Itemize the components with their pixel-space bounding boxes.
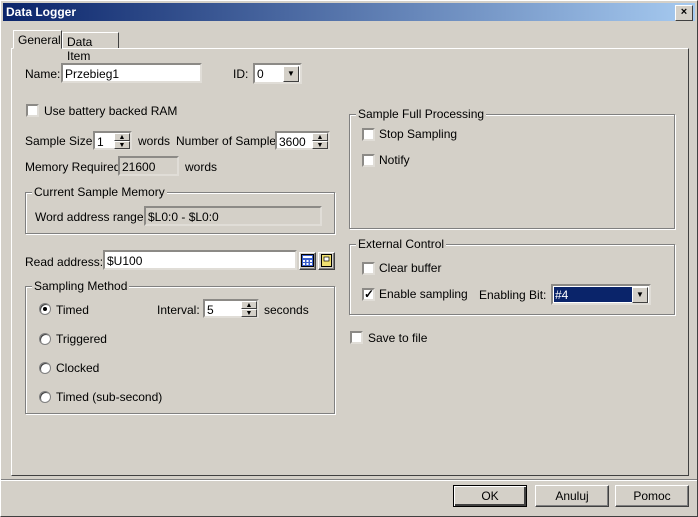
num-samples-spinner[interactable]: ▲ ▼ xyxy=(311,133,328,149)
stop-sampling-label: Stop Sampling xyxy=(379,127,458,141)
read-address-value: $U100 xyxy=(107,254,143,268)
sampling-method-title: Sampling Method xyxy=(32,279,130,293)
address-book-icon[interactable] xyxy=(318,252,335,270)
chevron-down-icon[interactable]: ▼ xyxy=(632,287,648,303)
word-range-label: Word address range: xyxy=(35,210,147,224)
notify-label: Notify xyxy=(379,153,410,167)
enabling-bit-select[interactable]: #4 ▼ xyxy=(551,284,651,305)
sample-size-value: 1 xyxy=(97,135,104,149)
num-samples-value: 3600 xyxy=(279,135,306,149)
calculator-icon[interactable] xyxy=(299,252,316,270)
battery-checkbox[interactable] xyxy=(26,104,39,117)
radio-selected-dot xyxy=(43,307,47,311)
memory-required-value: 21600 xyxy=(122,160,156,174)
word-range-value: $L0:0 - $L0:0 xyxy=(148,210,219,224)
stop-sampling-checkbox[interactable] xyxy=(362,128,375,141)
word-range-field: $L0:0 - $L0:0 xyxy=(144,206,322,226)
name-input[interactable]: Przebieg1 xyxy=(61,63,202,83)
battery-label: Use battery backed RAM xyxy=(44,104,178,118)
name-input-value: Przebieg1 xyxy=(65,67,120,81)
spin-down-icon[interactable]: ▼ xyxy=(241,309,257,317)
radio-timed-label: Timed xyxy=(56,303,89,317)
id-select[interactable]: 0 ▼ xyxy=(253,63,302,84)
current-sample-memory-group: Current Sample Memory Word address range… xyxy=(25,185,335,234)
enabling-bit-label: Enabling Bit: xyxy=(479,288,547,302)
spin-up-icon[interactable]: ▲ xyxy=(114,133,130,141)
title-bar: Data Logger × xyxy=(3,3,695,21)
current-sample-memory-title: Current Sample Memory xyxy=(32,185,167,199)
id-label: ID: xyxy=(233,67,249,81)
tab-general-label: General xyxy=(18,33,61,47)
ok-button[interactable]: OK xyxy=(453,485,527,507)
clear-buffer-checkbox[interactable] xyxy=(362,262,375,275)
spin-up-icon[interactable]: ▲ xyxy=(312,133,328,141)
enabling-bit-value: #4 xyxy=(555,288,569,302)
save-to-file-label: Save to file xyxy=(368,331,428,345)
read-address-input[interactable]: $U100 xyxy=(103,250,297,270)
close-button[interactable]: × xyxy=(675,5,693,21)
sample-size-unit: words xyxy=(138,134,171,148)
radio-timed-subsecond[interactable] xyxy=(39,391,51,403)
memory-required-unit: words xyxy=(185,160,218,174)
interval-spinner[interactable]: ▲ ▼ xyxy=(240,301,257,317)
sample-size-input[interactable]: 1 ▲ ▼ xyxy=(93,131,132,150)
interval-value: 5 xyxy=(207,303,214,317)
read-address-label: Read address: xyxy=(25,255,104,269)
external-control-group: External Control Clear buffer ✓ Enable s… xyxy=(349,237,675,315)
tab-general[interactable]: General xyxy=(13,30,62,49)
memory-required-label: Memory Required: xyxy=(25,160,124,174)
window-title: Data Logger xyxy=(6,5,77,19)
tab-data-item[interactable]: Data Item xyxy=(62,32,119,63)
id-select-value: 0 xyxy=(257,67,264,81)
save-to-file-checkbox[interactable] xyxy=(350,331,363,344)
radio-clocked-label: Clocked xyxy=(56,361,100,375)
sample-size-spinner[interactable]: ▲ ▼ xyxy=(113,133,130,149)
sample-full-processing-group: Sample Full Processing Stop Sampling Not… xyxy=(349,107,675,229)
radio-clocked[interactable] xyxy=(39,362,51,374)
chevron-down-icon[interactable]: ▼ xyxy=(283,66,299,82)
help-button[interactable]: Pomoc xyxy=(615,485,689,507)
num-samples-label: Number of Samples: xyxy=(176,134,286,148)
clear-buffer-label: Clear buffer xyxy=(379,261,442,275)
ok-button-label: OK xyxy=(481,489,499,503)
sampling-method-group: Sampling Method Timed Triggered Clocked … xyxy=(25,279,335,414)
cancel-button[interactable]: Anuluj xyxy=(535,485,609,507)
external-control-title: External Control xyxy=(356,237,447,251)
help-button-label: Pomoc xyxy=(633,489,671,503)
checkmark-icon: ✓ xyxy=(364,287,375,301)
seconds-label: seconds xyxy=(264,303,309,317)
radio-timed-subsecond-label: Timed (sub-second) xyxy=(56,390,163,404)
enable-sampling-label: Enable sampling xyxy=(379,287,468,301)
interval-label: Interval: xyxy=(157,303,200,317)
cancel-button-label: Anuluj xyxy=(555,489,589,503)
data-logger-window: Data Logger × General Data Item Name: Pr… xyxy=(0,0,698,517)
radio-triggered[interactable] xyxy=(39,333,51,345)
sample-full-processing-title: Sample Full Processing xyxy=(356,107,487,121)
interval-input[interactable]: 5 ▲ ▼ xyxy=(203,299,259,318)
radio-timed[interactable] xyxy=(39,303,51,315)
sample-size-label: Sample Size: xyxy=(25,134,96,148)
radio-triggered-label: Triggered xyxy=(56,332,107,346)
spin-down-icon[interactable]: ▼ xyxy=(312,141,328,149)
spin-down-icon[interactable]: ▼ xyxy=(114,141,130,149)
enable-sampling-checkbox[interactable]: ✓ xyxy=(362,287,375,301)
memory-required-field: 21600 xyxy=(118,156,179,176)
name-label: Name: xyxy=(25,67,61,81)
bottom-separator xyxy=(1,479,697,481)
spin-up-icon[interactable]: ▲ xyxy=(241,301,257,309)
num-samples-input[interactable]: 3600 ▲ ▼ xyxy=(275,131,330,150)
notify-checkbox[interactable] xyxy=(362,154,375,167)
